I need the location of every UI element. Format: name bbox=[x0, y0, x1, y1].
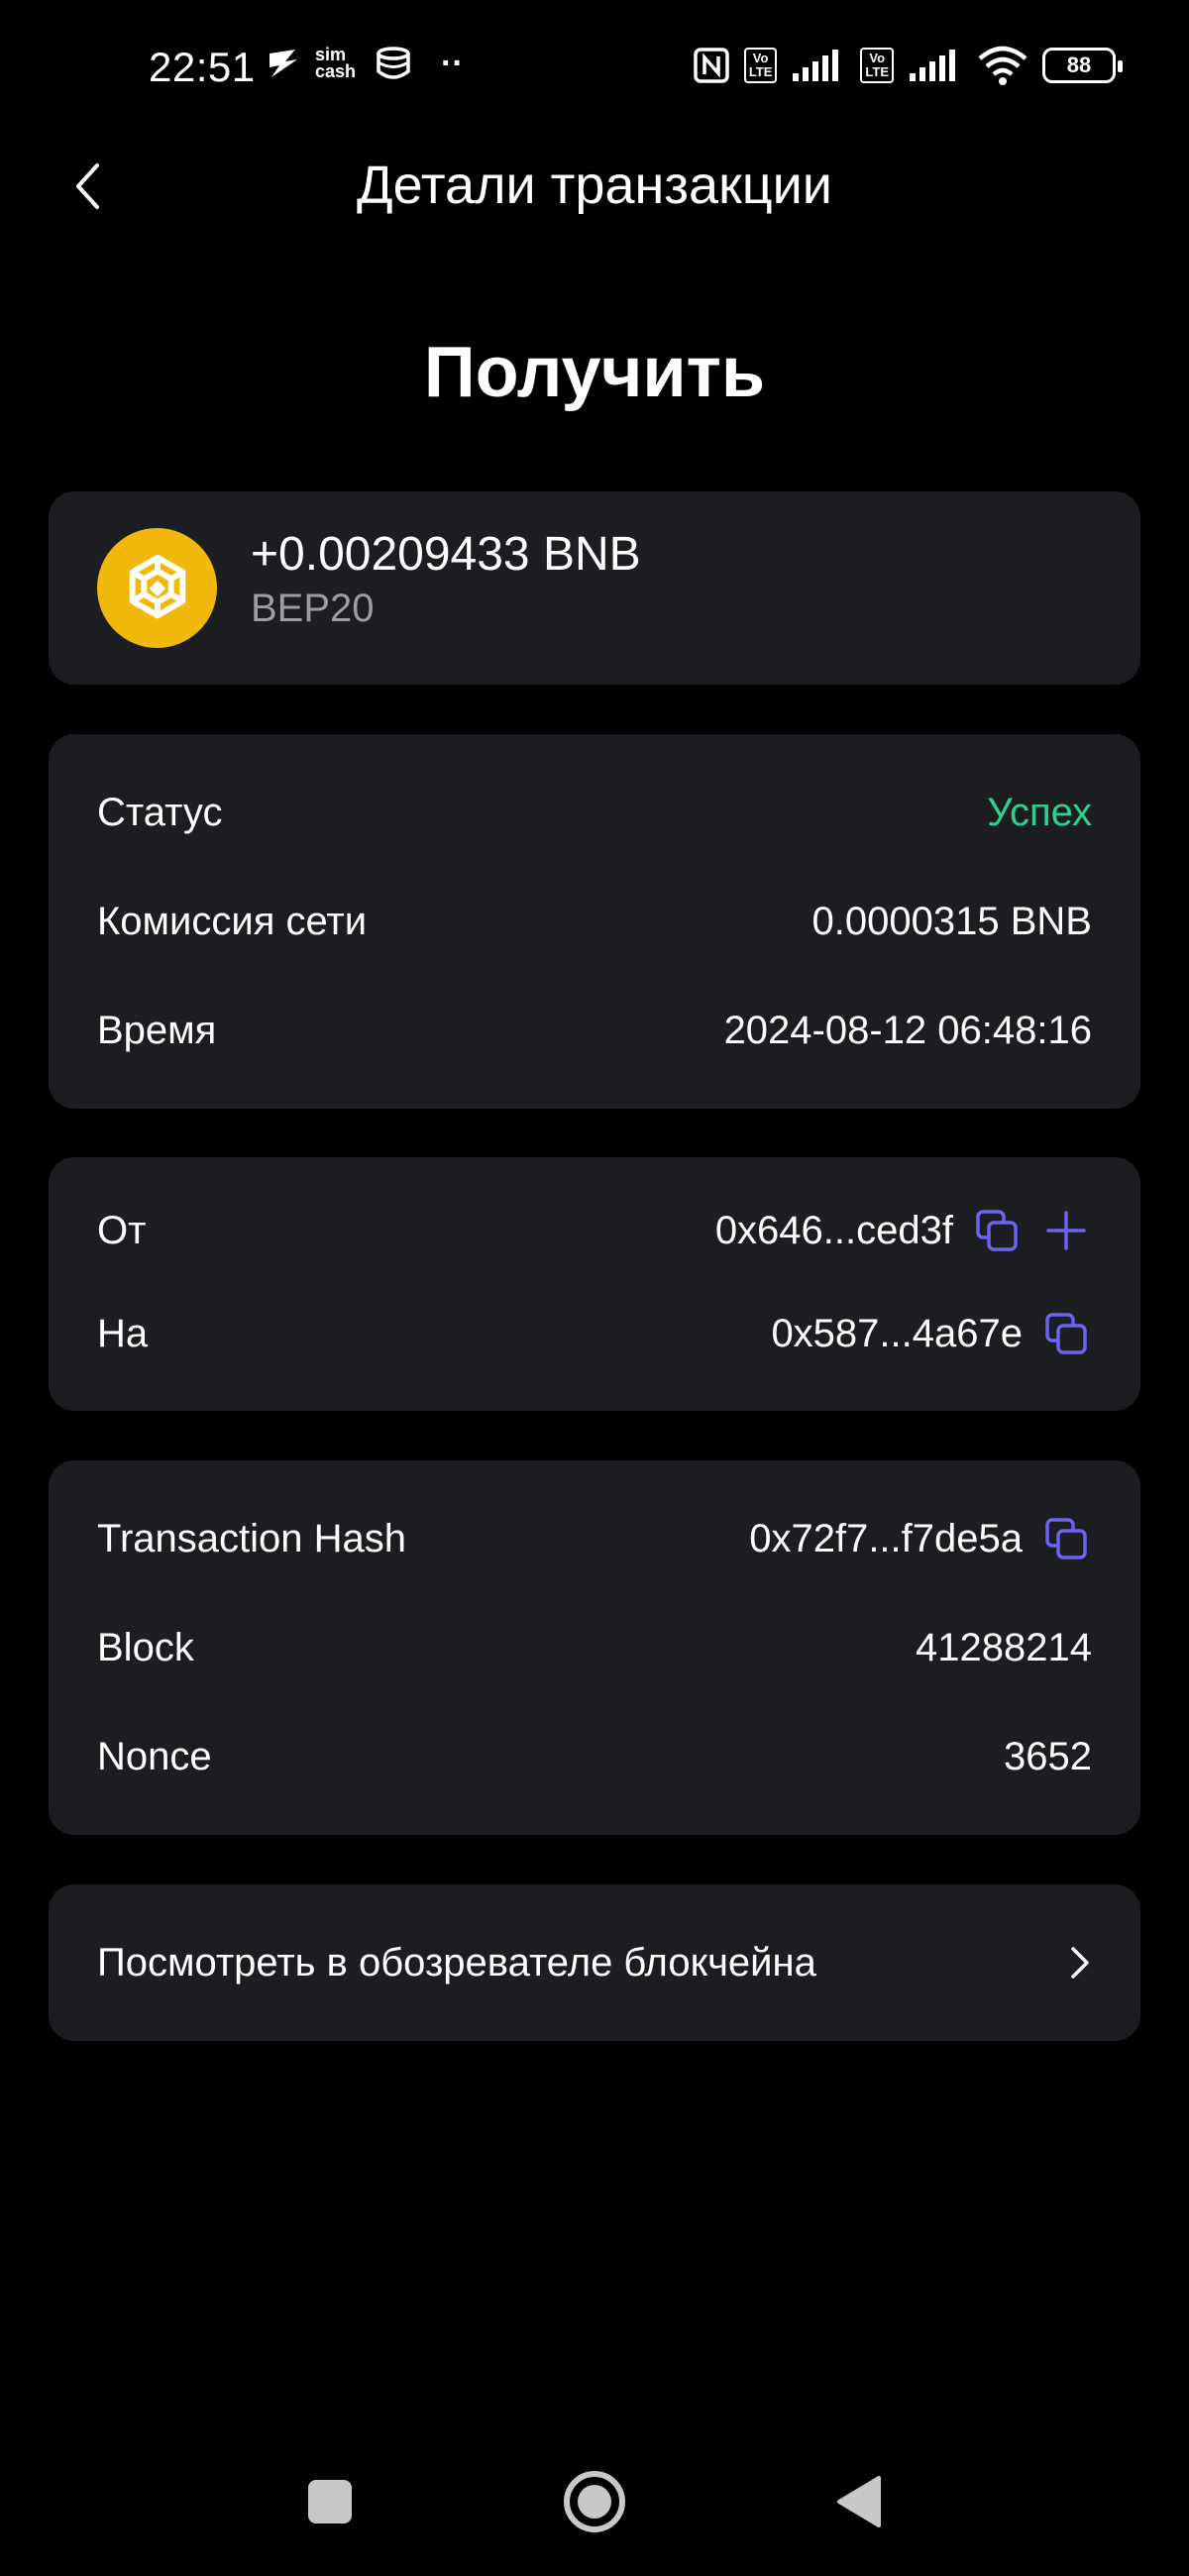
battery-icon: 88 bbox=[1042, 48, 1123, 83]
block-value: 41288214 bbox=[916, 1625, 1092, 1669]
signal-icon-2 bbox=[910, 50, 955, 81]
plus-icon bbox=[1046, 1211, 1086, 1250]
to-address: 0x587...4a67e bbox=[771, 1311, 1023, 1355]
recents-button[interactable] bbox=[295, 2467, 365, 2536]
copy-icon bbox=[1045, 1313, 1087, 1354]
volte-bottom-2: LTE bbox=[865, 64, 889, 79]
explorer-row: Посмотреть в обозревателе блокчейна bbox=[97, 1933, 1092, 1992]
add-contact-button[interactable] bbox=[1040, 1205, 1092, 1256]
page-header-title: Детали транзакции bbox=[357, 156, 832, 215]
hash-value: 0x72f7...f7de5a bbox=[749, 1516, 1023, 1560]
fee-label: Комиссия сети bbox=[97, 899, 368, 943]
copy-hash-button[interactable] bbox=[1040, 1513, 1092, 1564]
status-row: Статус Успех bbox=[97, 783, 1092, 842]
to-row: На 0x587...4a67e bbox=[97, 1304, 1092, 1363]
triangle-back-icon bbox=[837, 2476, 881, 2527]
explorer-label: Посмотреть в обозревателе блокчейна bbox=[97, 1940, 816, 1985]
details-card: Статус Успех Комиссия сети 0.0000315 BNB… bbox=[49, 734, 1140, 1109]
block-label: Block bbox=[97, 1625, 194, 1669]
status-label: Статус bbox=[97, 790, 223, 834]
bnb-icon bbox=[97, 528, 217, 648]
volte-top-1: Vo bbox=[752, 51, 769, 65]
sim-cash-icon: sim cash bbox=[315, 46, 357, 81]
sim-cash-bottom: cash bbox=[315, 61, 357, 81]
fee-value: 0.0000315 BNB bbox=[811, 899, 1092, 943]
fee-row: Комиссия сети 0.0000315 BNB bbox=[97, 892, 1092, 951]
system-navigation-bar bbox=[0, 2447, 1189, 2556]
transaction-amount: +0.00209433 BNB bbox=[251, 528, 641, 581]
wifi-icon bbox=[978, 46, 1027, 85]
status-bar: 22:51 sim cash ·· Vo LTE Vo LTE 88 bbox=[0, 0, 1189, 139]
system-icons: Vo LTE Vo LTE 88 bbox=[693, 46, 1123, 85]
battery-level: 88 bbox=[1066, 53, 1092, 77]
time-row: Время 2024-08-12 06:48:16 bbox=[97, 1001, 1092, 1060]
hash-label: Transaction Hash bbox=[97, 1516, 406, 1560]
home-circle-icon bbox=[564, 2471, 625, 2532]
chain-info-card: Transaction Hash 0x72f7...f7de5a Block 4… bbox=[49, 1460, 1140, 1835]
bnb-logo-mark bbox=[129, 554, 185, 618]
copy-icon bbox=[1045, 1518, 1087, 1559]
volte-icon-2: Vo LTE bbox=[860, 48, 894, 83]
address-card: От 0x646...ced3f На 0x587...4a67e bbox=[49, 1157, 1140, 1411]
hash-value-group: 0x72f7...f7de5a bbox=[749, 1513, 1092, 1564]
signal-icon-1 bbox=[793, 50, 839, 81]
nonce-label: Nonce bbox=[97, 1734, 212, 1778]
volte-top-2: Vo bbox=[869, 51, 886, 65]
notification-app-icon bbox=[270, 50, 297, 77]
from-row: От 0x646...ced3f bbox=[97, 1201, 1092, 1260]
amount-card: +0.00209433 BNB BEP20 bbox=[49, 491, 1140, 685]
storage-icon bbox=[377, 47, 410, 79]
home-button[interactable] bbox=[560, 2467, 629, 2536]
hash-row: Transaction Hash 0x72f7...f7de5a bbox=[97, 1509, 1092, 1568]
copy-icon bbox=[976, 1210, 1018, 1251]
from-value-group: 0x646...ced3f bbox=[715, 1205, 1092, 1256]
transaction-details-screen: 22:51 sim cash ·· Vo LTE Vo LTE 88 Детал… bbox=[0, 0, 1189, 2576]
block-row: Block 41288214 bbox=[97, 1618, 1092, 1677]
volte-bottom-1: LTE bbox=[748, 64, 773, 79]
nonce-value: 3652 bbox=[1004, 1734, 1092, 1778]
transaction-type-title: Получить bbox=[423, 333, 766, 412]
network-label: BEP20 bbox=[251, 587, 375, 630]
notification-icons: sim cash ·· bbox=[266, 44, 464, 83]
nonce-row: Nonce 3652 bbox=[97, 1727, 1092, 1786]
more-notifications-icon: ·· bbox=[441, 44, 464, 82]
time-label: Время bbox=[97, 1008, 217, 1052]
status-time: 22:51 bbox=[149, 44, 256, 90]
copy-from-button[interactable] bbox=[971, 1205, 1023, 1256]
chevron-right-icon bbox=[1071, 1947, 1089, 1979]
to-label: На bbox=[97, 1311, 149, 1355]
volte-icon-1: Vo LTE bbox=[743, 48, 778, 83]
view-in-explorer-button[interactable]: Посмотреть в обозревателе блокчейна bbox=[49, 1884, 1140, 2041]
nfc-icon bbox=[694, 48, 729, 83]
from-label: От bbox=[97, 1208, 147, 1252]
back-nav-button[interactable] bbox=[823, 2467, 893, 2536]
square-icon bbox=[308, 2480, 352, 2523]
status-value: Успех bbox=[987, 790, 1092, 834]
time-value: 2024-08-12 06:48:16 bbox=[723, 1008, 1092, 1052]
copy-to-button[interactable] bbox=[1040, 1308, 1092, 1359]
to-value-group: 0x587...4a67e bbox=[771, 1308, 1092, 1359]
from-address: 0x646...ced3f bbox=[714, 1208, 953, 1252]
